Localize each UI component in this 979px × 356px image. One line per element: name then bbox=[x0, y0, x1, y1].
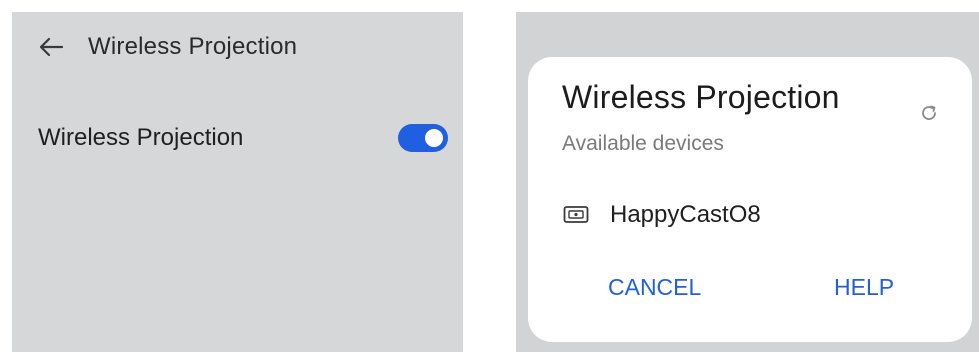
help-button[interactable]: HELP bbox=[824, 267, 904, 307]
wireless-projection-settings-screen: Wireless Projection Wireless Projection bbox=[12, 12, 463, 352]
page-title: Wireless Projection bbox=[88, 33, 298, 60]
screen-device-icon bbox=[562, 204, 590, 226]
device-name: HappyCastO8 bbox=[610, 201, 761, 228]
setting-label: Wireless Projection bbox=[38, 124, 244, 151]
arrow-left-icon[interactable] bbox=[36, 35, 66, 59]
wireless-projection-dialog-screen: Wireless Projection Available devices Ha… bbox=[516, 12, 979, 352]
refresh-icon[interactable] bbox=[918, 102, 940, 124]
wireless-projection-toggle[interactable] bbox=[398, 124, 448, 152]
wireless-projection-setting-row: Wireless Projection bbox=[38, 116, 448, 160]
screenshot-stage: Wireless Projection Wireless Projection … bbox=[0, 0, 979, 356]
dialog-actions: CANCEL HELP bbox=[528, 267, 972, 307]
toggle-knob bbox=[425, 129, 443, 147]
dialog-title: Wireless Projection bbox=[562, 79, 840, 115]
settings-header: Wireless Projection bbox=[36, 30, 297, 64]
cancel-button[interactable]: CANCEL bbox=[598, 267, 711, 307]
device-picker-dialog: Wireless Projection Available devices Ha… bbox=[528, 57, 972, 342]
dialog-subtitle: Available devices bbox=[562, 132, 724, 155]
device-list-item[interactable]: HappyCastO8 bbox=[562, 195, 942, 235]
